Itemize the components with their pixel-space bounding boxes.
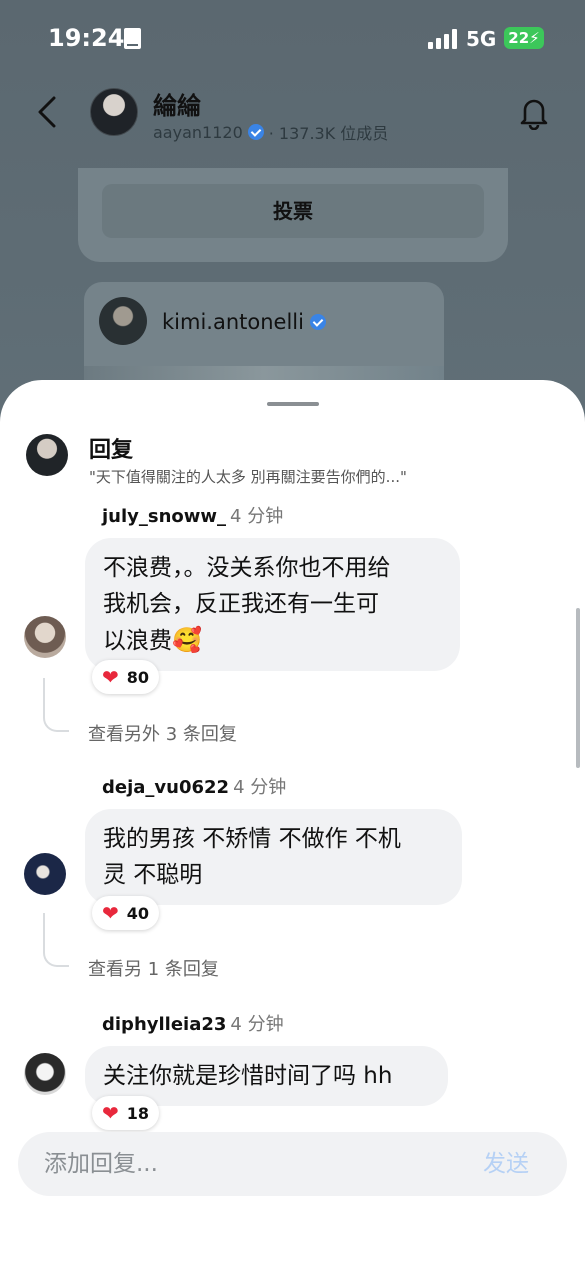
comment-header: deja_vu0622 4 分钟 [102, 773, 286, 799]
comment-line: 我机会，反正我还有一生可 [103, 591, 379, 617]
channel-avatar[interactable] [90, 88, 138, 136]
reply-avatar [26, 434, 68, 476]
comment-header: diphylleia23 4 分钟 [102, 1010, 284, 1036]
comment-line: 关注你就是珍惜时间了吗 hh [103, 1063, 393, 1089]
heart-icon: ❤ [102, 1101, 119, 1125]
network-type: 5G [466, 27, 497, 51]
comment-line: 以浪费 [103, 628, 172, 654]
comment-line: 灵 不聪明 [103, 862, 203, 888]
battery-level: 22 [508, 29, 530, 47]
comment-bubble[interactable]: 不浪费，。没关系你也不用给 我机会，反正我还有一生可 以浪费🥰 [85, 538, 460, 671]
comment-header: july_snoww_ 4 分钟 [102, 502, 283, 528]
comment-username[interactable]: july_snoww_ [102, 506, 226, 527]
bell-icon[interactable] [516, 94, 552, 130]
channel-handle[interactable]: aayan1120 [153, 123, 243, 142]
channel-meta: aayan1120 · 137.3K 位成员 [153, 120, 388, 144]
signal-icon [428, 29, 458, 49]
comment-avatar[interactable] [24, 853, 66, 895]
comment-avatar[interactable] [24, 616, 66, 658]
reply-sheet: 回复 "天下值得關注的人太多 別再關注要告你們的..." july_snoww_… [0, 380, 585, 1266]
vote-button[interactable]: 投票 [102, 184, 484, 238]
view-more-replies[interactable]: 查看另 1 条回复 [88, 955, 219, 981]
thread-connector [43, 913, 69, 967]
reading-mode-icon [124, 28, 141, 49]
battery-icon: 22⚡ [504, 27, 544, 49]
comment-time: 4 分钟 [233, 777, 287, 798]
view-more-replies[interactable]: 查看另外 3 条回复 [88, 720, 237, 746]
thread-connector [43, 678, 69, 732]
heart-icon: ❤ [102, 665, 119, 689]
like-count: 80 [126, 667, 150, 687]
comment-time: 4 分钟 [230, 1014, 284, 1035]
comment-username[interactable]: diphylleia23 [102, 1014, 226, 1035]
verified-badge-icon [309, 314, 326, 330]
back-arrow-icon[interactable] [32, 94, 66, 130]
comment-username[interactable]: deja_vu0622 [102, 777, 229, 798]
comment-time: 4 分钟 [230, 506, 284, 527]
like-reaction[interactable]: ❤ 40 [92, 896, 160, 930]
status-time: 19:24 [48, 24, 125, 52]
reply-input[interactable] [44, 1132, 444, 1196]
comment-line: 不浪费，。没关系你也不用给 [103, 555, 391, 581]
shared-post-avatar [99, 297, 147, 345]
poll-card: 投票 [78, 168, 508, 262]
heart-icon: ❤ [102, 901, 119, 925]
reply-composer: 发送 [18, 1132, 567, 1196]
status-bar: 19:24 5G 22⚡ [0, 0, 585, 80]
like-count: 18 [126, 1103, 150, 1123]
verified-badge-icon [247, 124, 264, 140]
channel-name[interactable]: 綸綸 [153, 86, 201, 121]
shared-post-username: kimi.antonelli [162, 310, 304, 334]
like-reaction[interactable]: ❤ 18 [92, 1096, 160, 1130]
member-count: · 137.3K 位成员 [268, 124, 389, 143]
comment-line: 我的男孩 不矫情 不做作 不机 [103, 826, 401, 852]
comment-bubble[interactable]: 我的男孩 不矫情 不做作 不机 灵 不聪明 [85, 809, 462, 905]
reply-quote: "天下值得關注的人太多 別再關注要告你們的..." [89, 468, 407, 486]
shared-post-author: kimi.antonelli [162, 310, 326, 334]
smiling-hearts-emoji: 🥰 [172, 626, 202, 654]
send-button[interactable]: 发送 [483, 1132, 529, 1196]
like-count: 40 [126, 903, 150, 923]
like-reaction[interactable]: ❤ 80 [92, 660, 160, 694]
reply-title: 回复 [89, 438, 134, 463]
scrollbar[interactable] [576, 608, 580, 768]
sheet-grabber[interactable] [267, 402, 319, 406]
comment-avatar[interactable] [24, 1053, 66, 1095]
